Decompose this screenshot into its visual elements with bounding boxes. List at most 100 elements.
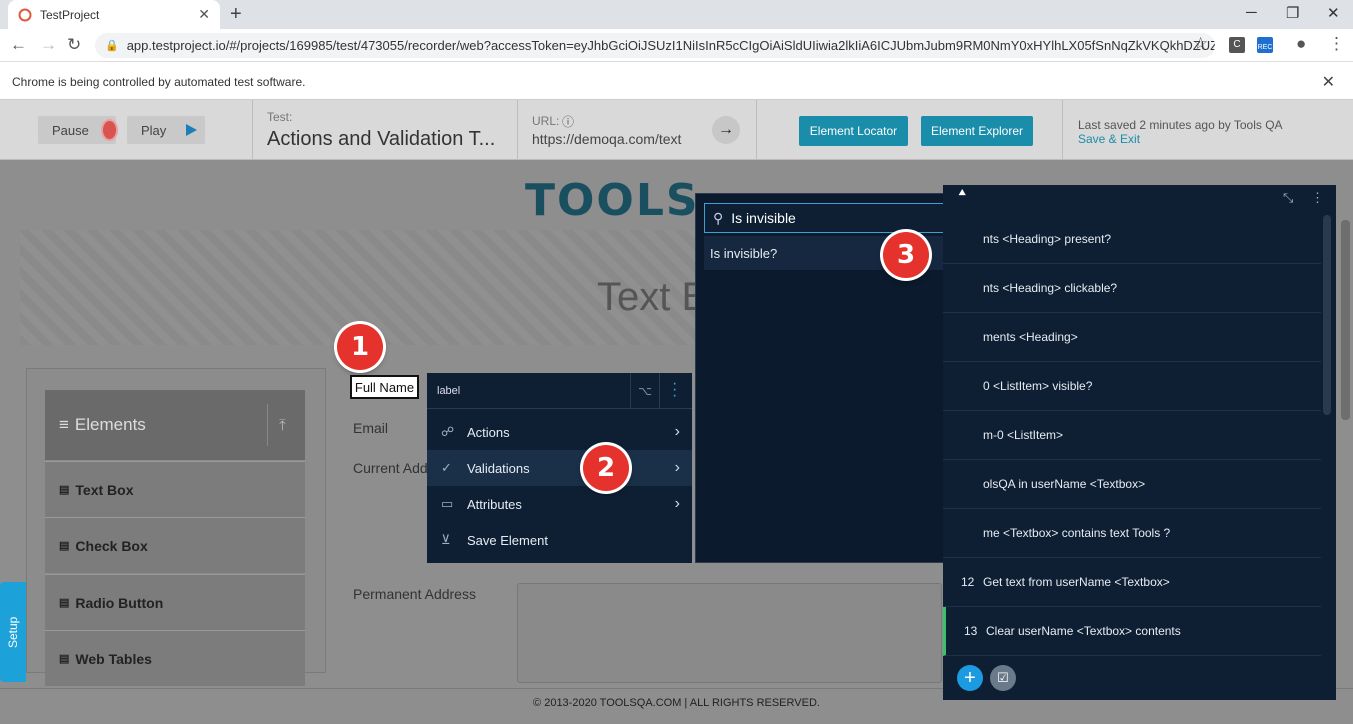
save-icon: ⊻	[441, 532, 451, 547]
email-label: Email	[353, 420, 389, 436]
toolbar-divider	[517, 100, 518, 160]
sidebar-item-icon: ▤	[59, 653, 70, 665]
forward-icon[interactable]: →	[40, 35, 57, 55]
step-item[interactable]: 12 Get text from userName <Textbox>	[943, 558, 1321, 607]
new-tab-icon[interactable]: +	[230, 3, 242, 26]
steps-more-icon[interactable]: ⋮	[1311, 190, 1324, 206]
step-item[interactable]: m-0 <ListItem>	[943, 411, 1321, 460]
elements-group-header[interactable]: ≡ Elements ⤒	[45, 390, 305, 460]
back-icon[interactable]: ←	[10, 35, 27, 55]
context-more-icon[interactable]: · · ·	[672, 376, 677, 404]
pause-record-icon	[102, 121, 116, 139]
sidebar-item-icon: ▤	[59, 540, 70, 552]
search-icon: ⚲	[713, 209, 724, 226]
step-number: 13	[964, 624, 978, 638]
step-item[interactable]: 0 <ListItem> visible?	[943, 362, 1321, 411]
menu-item-label: Actions	[467, 424, 510, 440]
sidebar-item-radio-button[interactable]: ▤ Radio Button	[45, 574, 305, 630]
element-locator-button[interactable]: Element Locator	[799, 116, 908, 146]
annotation-badge-1: 1	[337, 324, 383, 370]
sidebar-item-web-tables[interactable]: ▤ Web Tables	[45, 630, 305, 686]
test-steps-panel: ⯅ ⤡ ⋮ nts <Heading> present? nts <Headin…	[943, 185, 1336, 700]
steps-pin-icon[interactable]: ⯅	[957, 185, 967, 201]
browser-tab-bar: TestProject ✕ + ─ ❐ ✕	[0, 0, 1353, 29]
chevron-right-icon: ›	[674, 423, 680, 440]
steps-scrollbar[interactable]	[1323, 215, 1331, 415]
menu-item-save-element[interactable]: ⊻ Save Element	[427, 522, 692, 558]
url-info-icon[interactable]: ⓘ	[562, 113, 574, 130]
step-number: 12	[961, 575, 975, 589]
chrome-menu-icon[interactable]: ⋮	[1328, 34, 1345, 54]
hamburger-icon: ≡	[59, 415, 69, 434]
step-text: nts <Heading> clickable?	[983, 281, 1118, 295]
minimize-icon[interactable]: ─	[1246, 4, 1257, 21]
menu-item-attributes[interactable]: ▭ Attributes ›	[427, 486, 692, 522]
step-item-selected[interactable]: 13 Clear userName <Textbox> contents	[943, 607, 1321, 656]
browser-tab[interactable]: TestProject ✕	[8, 0, 220, 29]
search-query: Is invisible	[731, 210, 796, 226]
add-step-icon[interactable]: +	[957, 665, 983, 691]
automation-infobar: Chrome is being controlled by automated …	[0, 62, 1353, 100]
element-context-menu: label ⌥ · · · ☍ Actions › ✓ Validations › …	[427, 373, 692, 563]
step-item[interactable]: nts <Heading> clickable?	[943, 264, 1321, 313]
sidebar-item-label: Web Tables	[75, 650, 152, 667]
menu-item-validations[interactable]: ✓ Validations ›	[427, 450, 692, 486]
bookmark-star-icon[interactable]: ☆	[1193, 34, 1208, 54]
annotation-badge-2: 2	[583, 445, 629, 491]
collapse-icon[interactable]: ⤡	[1283, 190, 1293, 206]
setup-tab[interactable]: Setup	[0, 582, 26, 682]
actions-icon: ☍	[441, 424, 455, 439]
checkmark-icon: ✓	[441, 460, 452, 475]
step-item[interactable]: olsQA in userName <Textbox>	[943, 460, 1321, 509]
menu-item-label: Attributes	[467, 496, 522, 512]
url-label: URL:	[532, 114, 560, 128]
page-scrollbar-thumb[interactable]	[1341, 220, 1350, 420]
menu-item-label: Save Element	[467, 532, 548, 548]
sidebar-item-check-box[interactable]: ▤ Check Box	[45, 517, 305, 573]
tab-title: TestProject	[40, 7, 100, 22]
step-text: m-0 <ListItem>	[983, 428, 1064, 442]
permanent-address-label: Permanent Address	[353, 586, 476, 602]
extension-c-icon[interactable]: C	[1229, 37, 1245, 53]
step-text: Clear userName <Textbox> contents	[986, 624, 1181, 638]
sidebar-item-text-box[interactable]: ▤ Text Box	[45, 461, 305, 517]
page-title: Text B	[597, 275, 709, 319]
reload-icon[interactable]: ↻	[67, 35, 81, 55]
url-field[interactable]: 🔒 app.testproject.io/#/projects/169985/t…	[95, 33, 1215, 58]
step-item[interactable]: nts <Heading> present?	[943, 215, 1321, 264]
element-explorer-button[interactable]: Element Explorer	[921, 116, 1033, 146]
automation-notice: Chrome is being controlled by automated …	[12, 75, 306, 89]
full-name-label-highlighted[interactable]: Full Name	[350, 375, 419, 399]
permanent-address-field[interactable]	[517, 583, 942, 683]
toolbar-divider	[1062, 100, 1063, 160]
menu-item-actions[interactable]: ☍ Actions ›	[427, 414, 692, 450]
current-address-label: Current Add	[353, 460, 428, 476]
save-exit-link[interactable]: Save & Exit	[1078, 132, 1140, 146]
play-label: Play	[141, 122, 167, 138]
test-label: Test:	[267, 110, 293, 124]
extension-rec-icon[interactable]: REC	[1257, 37, 1273, 53]
element-tree-icon[interactable]: ⌥	[630, 373, 660, 409]
step-item[interactable]: me <Textbox> contains text Tools ?	[943, 509, 1321, 558]
pause-label: Pause	[52, 122, 89, 138]
context-menu-header: label ⌥ · · ·	[427, 373, 692, 409]
play-button[interactable]: Play	[127, 116, 205, 144]
infobar-close-icon[interactable]: ✕	[1322, 72, 1335, 92]
step-text: Get text from userName <Textbox>	[983, 575, 1170, 589]
window-close-icon[interactable]: ✕	[1327, 4, 1340, 22]
element-type-label: label	[437, 385, 461, 397]
maximize-icon[interactable]: ❐	[1286, 4, 1299, 22]
menu-item-label: Validations	[467, 460, 530, 476]
url-text: app.testproject.io/#/projects/169985/tes…	[126, 38, 1215, 53]
tab-close-icon[interactable]: ✕	[198, 6, 210, 23]
step-item[interactable]: ments <Heading>	[943, 313, 1321, 362]
profile-avatar-icon[interactable]: ●	[1296, 34, 1306, 54]
chevron-right-icon: ›	[674, 459, 680, 476]
annotation-badge-3: 3	[883, 232, 929, 278]
step-text: ments <Heading>	[983, 330, 1078, 344]
add-validation-icon[interactable]: ☑	[990, 665, 1016, 691]
pause-button[interactable]: Pause	[38, 116, 116, 144]
toolsqa-logo: TOOLS	[525, 175, 700, 226]
collapse-arrow-icon[interactable]: ⤒	[267, 404, 297, 446]
navigate-arrow-icon[interactable]: →	[712, 116, 740, 144]
